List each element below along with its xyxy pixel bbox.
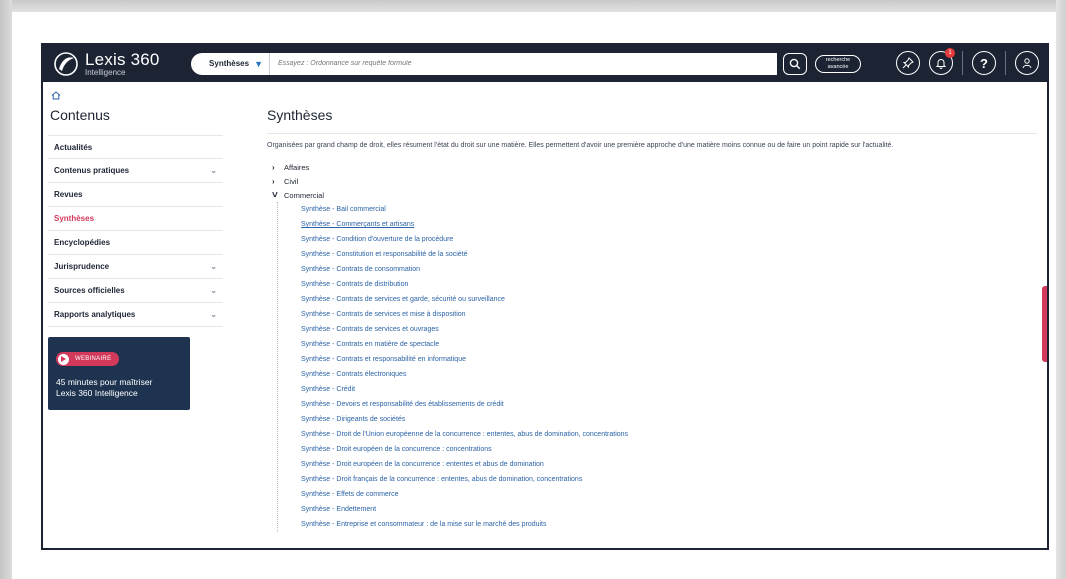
app-window: Lexis 360 Intelligence Synthèses ▼ reche… (41, 43, 1049, 550)
chevron-down-icon[interactable]: ⌄ (210, 262, 217, 271)
webinar-promo[interactable]: WEBINAIRE 45 minutes pour maîtriser Lexi… (48, 337, 190, 410)
advanced-search-label-1: recherche (825, 56, 851, 63)
bell-icon (935, 59, 947, 69)
search-scope-label: Synthèses (209, 59, 250, 68)
search-input[interactable] (269, 52, 777, 75)
synthese-link[interactable]: Synthèse - Commerçants et artisans (301, 217, 1037, 232)
webinar-text-line-1: 45 minutes pour maîtriser (56, 377, 153, 387)
advanced-search-button[interactable]: recherche avancée (815, 54, 861, 73)
synthese-link[interactable]: Synthèse - Crédit (301, 382, 1037, 397)
synthese-link[interactable]: Synthèse - Devoirs et responsabilité des… (301, 397, 1037, 412)
synthese-link[interactable]: Synthèse - Contrats de services et ouvra… (301, 322, 1037, 337)
logo-name: Lexis 360 (85, 49, 160, 69)
chevron-down-icon[interactable]: ⌄ (210, 166, 217, 175)
help-button[interactable]: ? (972, 51, 996, 75)
synthese-link[interactable]: Synthèse - Endettement (301, 502, 1037, 517)
pin-button[interactable] (896, 51, 920, 75)
synthese-link[interactable]: Synthèse - Bail commercial (301, 202, 1037, 217)
chevron-down-icon[interactable]: ⌄ (210, 310, 217, 319)
synthese-link[interactable]: Synthèse - Contrats de services et mise … (301, 307, 1037, 322)
synthese-link[interactable]: Synthèse - Contrats et responsabilité en… (301, 352, 1037, 367)
webinar-badge: WEBINAIRE (56, 352, 120, 366)
user-icon (1022, 58, 1032, 69)
category-label: Affaires (284, 162, 310, 172)
pin-icon (902, 57, 914, 69)
sidebar-item-rapports-analytiques[interactable]: Rapports analytiques ⌄ (48, 303, 223, 327)
sidebar-item-encyclop-dies[interactable]: Encyclopédies (48, 231, 223, 255)
synthese-link[interactable]: Synthèse - Contrats de distribution (301, 277, 1037, 292)
sidebar-item-synth-ses[interactable]: Synthèses (48, 207, 223, 231)
sidebar-item-sources-officielles[interactable]: Sources officielles ⌄ (48, 279, 223, 303)
chevron-down-icon[interactable]: ˅ (272, 190, 284, 201)
chevron-down-icon[interactable]: ⌄ (210, 286, 217, 295)
synthese-link[interactable]: Synthèse - Dirigeants de sociétés (301, 412, 1037, 427)
synthese-link[interactable]: Synthèse - Droit européen de la concurre… (301, 457, 1037, 472)
category-label: Civil (284, 176, 299, 186)
header-divider (1005, 51, 1006, 75)
sidebar-item-label: Actualités (54, 142, 93, 152)
webinar-badge-label: WEBINAIRE (75, 356, 112, 362)
sidebar-item-jurisprudence[interactable]: Jurisprudence ⌄ (48, 255, 223, 279)
home-icon[interactable] (51, 91, 61, 100)
sidebar-item-label: Contenus pratiques (54, 166, 130, 175)
help-icon: ? (980, 55, 988, 71)
photo-frame-right (1056, 0, 1066, 579)
sidebar-item-label: Rapports analytiques (54, 310, 136, 319)
notification-badge: 1 (945, 48, 955, 58)
category-commercial[interactable]: ˅ Commercial (272, 188, 1037, 202)
sidebar-item-actualit-s[interactable]: Actualités (48, 135, 223, 159)
notifications-button[interactable]: 1 (929, 48, 955, 75)
page-title: Synthèses (267, 107, 333, 123)
sidebar-item-label: Synthèses (54, 214, 95, 223)
sidebar-item-label: Jurisprudence (54, 262, 110, 271)
play-icon (58, 353, 69, 365)
sidebar-item-contenus-pratiques[interactable]: Contenus pratiques ⌄ (48, 159, 223, 183)
feedback-side-tab[interactable] (1042, 286, 1047, 362)
sidebar: Contenus Actualités Contenus pratiques ⌄ Re… (43, 102, 223, 532)
title-divider (267, 133, 1037, 134)
synthese-link[interactable]: Synthèse - Droit de l'Union européenne d… (301, 427, 1037, 442)
sidebar-item-revues[interactable]: Revues (48, 183, 223, 207)
sidebar-item-label: Encyclopédies (54, 238, 111, 247)
chevron-right-icon[interactable]: › (272, 177, 284, 186)
breadcrumb (43, 82, 1047, 102)
logo[interactable]: Lexis 360 Intelligence (53, 51, 181, 77)
search-button[interactable] (783, 52, 807, 75)
synthese-link[interactable]: Synthèse - Contrats en matière de specta… (301, 337, 1037, 352)
category-civil[interactable]: › Civil (272, 174, 1037, 188)
synthese-link[interactable]: Synthèse - Droit européen de la concurre… (301, 442, 1037, 457)
caret-down-icon: ▼ (254, 58, 263, 69)
synthese-link[interactable]: Synthèse - Entreprise et consommateur : … (301, 517, 1037, 532)
photo-frame-left (0, 0, 12, 579)
chevron-right-icon[interactable]: › (272, 163, 284, 172)
synthese-link[interactable]: Synthèse - Contrats de services et garde… (301, 292, 1037, 307)
synthese-link[interactable]: Synthèse - Constitution et responsabilit… (301, 247, 1037, 262)
photo-frame-top (0, 0, 1066, 12)
sidebar-item-label: Revues (54, 190, 83, 199)
synthese-link[interactable]: Synthèse - Condition d'ouverture de la p… (301, 232, 1037, 247)
advanced-search-label-2: avancée (827, 63, 849, 70)
intro-text: Organisées par grand champ de droit, ell… (267, 142, 894, 149)
top-header: Lexis 360 Intelligence Synthèses ▼ reche… (43, 45, 1047, 82)
sidebar-title: Contenus (50, 107, 110, 123)
synthese-link[interactable]: Synthèse - Contrats de consommation (301, 262, 1037, 277)
user-account-button[interactable] (1015, 51, 1039, 75)
commercial-sublist: Synthèse - Bail commercial Synthèse - Com… (277, 202, 1037, 532)
synthese-link[interactable]: Synthèse - Effets de commerce (301, 487, 1037, 502)
webinar-text-line-2: Lexis 360 Intelligence (56, 388, 138, 398)
sidebar-item-label: Sources officielles (54, 286, 125, 295)
search-icon (789, 58, 801, 69)
category-label: Commercial (284, 190, 325, 200)
category-affaires[interactable]: › Affaires (272, 160, 1037, 174)
main-content: Synthèses Organisées par grand champ de … (223, 102, 1047, 532)
search-scope-select[interactable]: Synthèses ▼ (191, 52, 269, 75)
synthese-link[interactable]: Synthèse - Droit français de la concurre… (301, 472, 1037, 487)
logo-subtitle: Intelligence (85, 67, 126, 77)
logo-mark-icon (54, 51, 78, 76)
header-divider (962, 51, 963, 75)
synthese-link[interactable]: Synthèse - Contrats électroniques (301, 367, 1037, 382)
